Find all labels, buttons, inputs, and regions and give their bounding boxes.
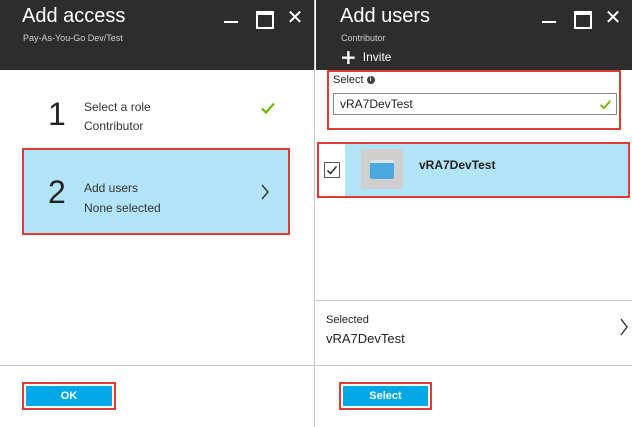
selected-label: Selected <box>326 314 369 326</box>
step-number: 1 <box>48 96 66 132</box>
select-field-label: Select i <box>333 74 375 86</box>
checkmark-icon <box>326 165 338 175</box>
close-icon[interactable]: ✕ <box>604 7 622 27</box>
selected-members-row[interactable]: Selected vRA7DevTest <box>316 301 632 361</box>
select-button[interactable]: Select <box>343 386 428 406</box>
maximize-icon[interactable] <box>572 8 592 29</box>
ok-button[interactable]: OK <box>26 386 112 406</box>
blade-title: Add access <box>22 5 126 27</box>
window-controls: ✕ <box>540 7 622 29</box>
minimize-icon[interactable] <box>540 8 558 26</box>
result-checkbox[interactable] <box>324 162 340 178</box>
select-label-text: Select <box>333 74 364 86</box>
maximize-icon[interactable] <box>254 8 274 29</box>
info-icon[interactable]: i <box>366 76 375 84</box>
invite-label: Invite <box>362 50 392 64</box>
check-icon <box>599 100 612 110</box>
step-add-users[interactable]: 2 Add users None selected <box>22 148 290 235</box>
step-select-role[interactable]: 1 Select a role Contributor <box>22 80 290 152</box>
step-value: None selected <box>84 201 161 215</box>
portal-window: Add access Pay-As-You-Go Dev/Test ✕ 1 Se… <box>0 0 632 427</box>
avatar <box>361 149 403 189</box>
step-value: Contributor <box>84 119 144 133</box>
close-icon[interactable]: ✕ <box>286 7 304 27</box>
blade-subtitle: Contributor <box>341 33 386 43</box>
add-users-blade: Add users Contributor ✕ + Invite Select … <box>316 0 632 427</box>
search-input[interactable]: vRA7DevTest <box>333 93 617 115</box>
application-icon <box>370 160 394 179</box>
blade-subtitle: Pay-As-You-Go Dev/Test <box>23 33 123 43</box>
step-title: Select a role <box>84 100 151 114</box>
step-title: Add users <box>84 181 139 195</box>
chevron-right-icon <box>620 318 628 336</box>
result-body[interactable]: vRA7DevTest <box>345 144 628 196</box>
check-icon <box>261 102 275 115</box>
add-users-header: Add users Contributor ✕ + Invite <box>316 0 632 70</box>
select-field-callout: Select i vRA7DevTest <box>327 70 621 130</box>
ok-button-callout: OK <box>22 382 116 410</box>
blade-title: Add users <box>340 5 431 27</box>
chevron-right-icon <box>261 184 269 200</box>
minimize-icon[interactable] <box>222 8 240 26</box>
footer-divider <box>316 365 632 366</box>
search-input-value: vRA7DevTest <box>340 97 413 111</box>
window-controls: ✕ <box>222 7 304 29</box>
add-access-blade: Add access Pay-As-You-Go Dev/Test ✕ 1 Se… <box>0 0 315 427</box>
add-access-header: Add access Pay-As-You-Go Dev/Test ✕ <box>0 0 314 70</box>
select-button-callout: Select <box>339 382 432 410</box>
result-checkbox-cell <box>319 144 344 196</box>
footer-divider <box>0 365 314 366</box>
step-number: 2 <box>48 174 66 210</box>
result-name: vRA7DevTest <box>419 158 496 172</box>
invite-button[interactable]: + Invite <box>340 45 392 69</box>
selected-value: vRA7DevTest <box>326 331 405 346</box>
plus-icon: + <box>340 45 357 69</box>
list-item[interactable]: vRA7DevTest <box>317 142 630 198</box>
